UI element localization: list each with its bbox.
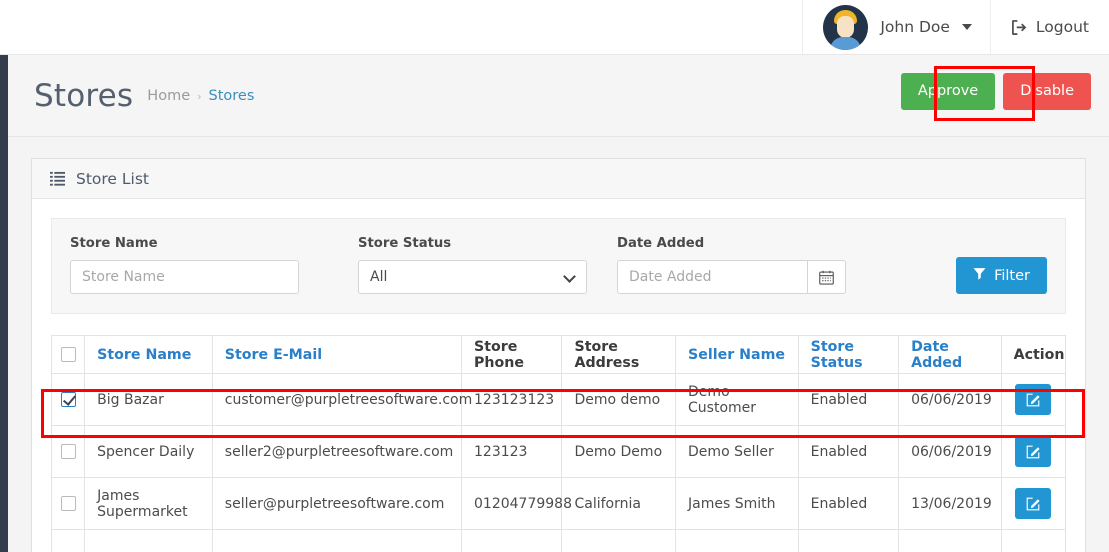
column-header-store-status[interactable]: Store Status — [797, 335, 900, 374]
table-row: Big Bazar customer@purpletreesoftware.co… — [50, 373, 1067, 426]
select-all-header — [50, 335, 86, 374]
filter-date-added-label: Date Added — [617, 236, 705, 251]
user-name-label: John Doe — [880, 18, 950, 36]
funnel-icon — [973, 267, 986, 284]
filter-button[interactable]: Filter — [956, 257, 1047, 294]
breadcrumb-home[interactable]: Home — [147, 88, 190, 104]
row-checkbox[interactable] — [60, 444, 76, 459]
main-content: Stores Home › Stores Approve Disable Sto… — [8, 55, 1109, 552]
chevron-down-icon — [961, 24, 972, 30]
cell-store-address — [561, 529, 677, 552]
cell-date-added: 06/06/2019 — [898, 373, 1002, 426]
row-select-cell — [50, 477, 86, 530]
cell-seller-name[interactable]: Demo Customer — [675, 373, 799, 426]
select-all-checkbox[interactable] — [60, 347, 76, 362]
cell-store-status: Enabled — [797, 425, 900, 478]
cell-store-email — [211, 529, 463, 552]
store-status-select[interactable]: All — [358, 260, 587, 294]
store-name-input[interactable] — [70, 260, 299, 294]
column-header-store-phone: Store Phone — [460, 335, 563, 374]
row-checkbox[interactable] — [60, 392, 76, 407]
cell-action — [1000, 425, 1067, 478]
cell-store-email: customer@purpletreesoftware.com — [211, 373, 472, 426]
filter-box: Store Name Store Status All Date Added — [51, 218, 1066, 314]
cell-store-address: Demo demo — [561, 373, 677, 426]
column-header-store-address: Store Address — [561, 335, 677, 374]
cell-store-name — [84, 529, 213, 552]
page-title: Stores — [34, 77, 134, 114]
cell-date-added: 06/06/2019 — [898, 425, 1002, 478]
cell-store-phone: 123123123 — [460, 373, 563, 426]
header-actions: Approve Disable — [900, 73, 1091, 110]
content-header: Stores Home › Stores Approve Disable — [8, 55, 1109, 137]
sign-out-icon — [1011, 19, 1028, 36]
edit-button[interactable] — [1015, 384, 1052, 415]
column-header-seller-name[interactable]: Seller Name — [675, 335, 799, 374]
panel-heading: Store List — [32, 159, 1085, 199]
column-header-store-email[interactable]: Store E-Mail — [211, 335, 463, 374]
cell-seller-name[interactable]: James Smith — [675, 477, 799, 530]
cell-store-status: Enabled — [797, 373, 900, 426]
cell-store-name: Big Bazar — [84, 373, 213, 426]
edit-button[interactable] — [1015, 436, 1052, 467]
cell-store-status: Enabled — [797, 477, 900, 530]
cell-store-address: Demo Demo — [561, 425, 677, 478]
table-row: Spencer Daily seller2@purpletreesoftware… — [50, 425, 1067, 478]
filter-store-status-field: Store Status All — [358, 236, 587, 294]
user-menu[interactable]: John Doe — [802, 0, 990, 54]
table-header-row: Store Name Store E-Mail Store Phone Stor… — [50, 335, 1067, 374]
store-table: Store Name Store E-Mail Store Phone Stor… — [50, 335, 1067, 552]
cell-store-name: James Supermarket — [84, 477, 213, 530]
sidebar — [0, 55, 8, 552]
store-list-panel: Store List Store Name Store Status All — [31, 158, 1086, 552]
row-checkbox[interactable] — [60, 496, 76, 511]
cell-store-phone: 123123 — [460, 425, 563, 478]
page-root: John Doe Logout Stores Home › Stores App… — [0, 0, 1109, 552]
filter-button-label: Filter — [994, 267, 1030, 284]
cell-seller-name[interactable]: Demo Seller — [675, 425, 799, 478]
column-header-action: Action — [1000, 335, 1067, 374]
cell-store-phone: 01204779988 — [460, 477, 572, 530]
panel-title: Store List — [76, 169, 149, 188]
disable-button[interactable]: Disable — [1003, 73, 1091, 110]
list-icon — [50, 171, 65, 186]
breadcrumb-separator: › — [197, 89, 202, 103]
row-select-cell — [50, 425, 86, 478]
table-row — [50, 529, 1067, 552]
filter-store-status-label: Store Status — [358, 236, 452, 251]
cell-action — [1000, 477, 1067, 530]
cell-seller-name — [675, 529, 799, 552]
filter-store-name-field: Store Name — [70, 236, 299, 294]
logout-button[interactable]: Logout — [989, 0, 1109, 54]
breadcrumb-stores[interactable]: Stores — [209, 88, 255, 104]
filter-date-added-field: Date Added — [617, 236, 846, 294]
date-added-input[interactable] — [617, 260, 807, 294]
cell-store-phone — [460, 529, 563, 552]
column-header-store-name[interactable]: Store Name — [84, 335, 213, 374]
cell-action — [1000, 529, 1067, 552]
top-navbar: John Doe Logout — [0, 0, 1109, 55]
cell-store-address: California — [561, 477, 677, 530]
cell-store-name: Spencer Daily — [84, 425, 213, 478]
row-select-cell — [50, 373, 86, 426]
cell-store-email: seller@purpletreesoftware.com — [211, 477, 463, 530]
column-header-date-added[interactable]: Date Added — [898, 335, 1002, 374]
edit-button[interactable] — [1015, 488, 1052, 519]
table-row: James Supermarket seller@purpletreesoftw… — [50, 477, 1067, 530]
logout-label: Logout — [1035, 18, 1089, 36]
cell-store-status — [797, 529, 900, 552]
breadcrumb: Home › Stores — [147, 88, 254, 104]
cell-date-added: 13/06/2019 — [898, 477, 1002, 530]
cell-action — [1000, 373, 1067, 426]
cell-store-email: seller2@purpletreesoftware.com — [211, 425, 463, 478]
calendar-icon[interactable] — [807, 260, 846, 294]
approve-button[interactable]: Approve — [900, 73, 996, 110]
user-avatar-icon — [823, 4, 869, 50]
filter-store-name-label: Store Name — [70, 236, 158, 251]
row-select-cell — [50, 529, 86, 552]
cell-date-added — [898, 529, 1002, 552]
